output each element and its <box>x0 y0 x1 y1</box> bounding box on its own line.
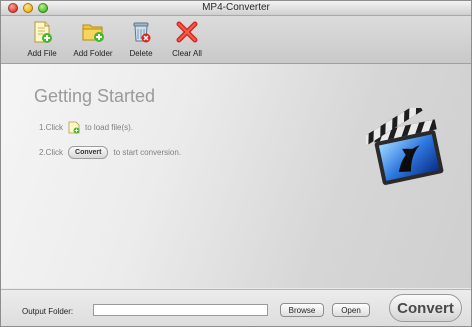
convert-button[interactable]: Convert <box>389 294 462 322</box>
clear-all-button[interactable]: Clear All <box>161 20 213 58</box>
step-2-prefix: 2.Click <box>39 148 64 157</box>
output-folder-field[interactable] <box>93 304 268 316</box>
browse-button[interactable]: Browse <box>280 303 324 317</box>
clear-all-icon <box>176 21 198 43</box>
step-1-suffix: to load file(s). <box>85 123 134 132</box>
add-folder-button[interactable]: Add Folder <box>67 20 119 58</box>
delete-label: Delete <box>129 49 153 58</box>
step-2-suffix: to start conversion. <box>113 148 182 157</box>
open-button[interactable]: Open <box>332 303 370 317</box>
title-bar: MP4-Converter <box>1 1 471 16</box>
step-1: 1.Click to load file(s). <box>39 121 133 134</box>
add-file-icon[interactable] <box>68 121 80 134</box>
app-window: MP4-Converter Add File Add Folder Delete… <box>0 0 472 327</box>
clapperboard-icon <box>366 108 444 185</box>
window-title: MP4-Converter <box>202 2 270 13</box>
inline-convert-button[interactable]: Convert <box>68 146 109 159</box>
add-folder-icon <box>82 24 104 42</box>
add-file-icon <box>34 21 52 43</box>
add-file-button[interactable]: Add File <box>16 20 68 58</box>
add-folder-label: Add Folder <box>73 49 113 58</box>
step-2: 2.Click Convert to start conversion. <box>39 146 181 159</box>
add-file-label: Add File <box>27 49 57 58</box>
step-1-prefix: 1.Click <box>39 123 64 132</box>
bottom-bar: Output Folder: Browse Open Convert <box>1 289 471 326</box>
toolbar: Add File Add Folder Delete Clear All <box>1 16 471 64</box>
clear-all-label: Clear All <box>172 49 202 58</box>
getting-started-heading: Getting Started <box>34 86 156 106</box>
delete-button[interactable]: Delete <box>115 20 167 58</box>
main-panel: Getting Started 1.Click to load file(s).… <box>1 64 471 288</box>
output-folder-label: Output Folder: <box>22 307 74 316</box>
delete-icon <box>133 22 151 43</box>
